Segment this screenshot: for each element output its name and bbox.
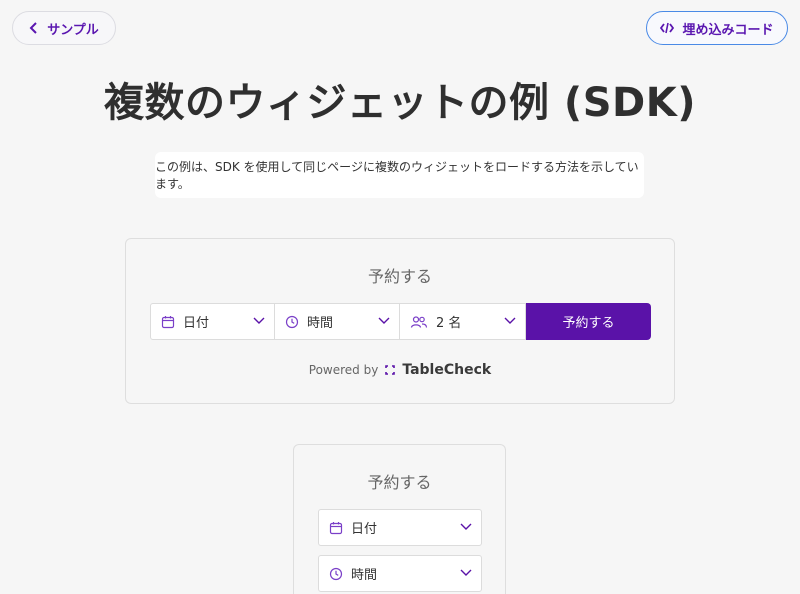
reserve-button-label: 予約する <box>562 316 615 331</box>
party-size-select[interactable]: 2 名 <box>400 303 526 340</box>
widget-title: 予約する <box>367 267 432 286</box>
clock-icon <box>285 315 299 328</box>
embed-code-button[interactable]: 埋め込みコード <box>646 11 788 45</box>
date-select-label: 日付 <box>183 316 210 331</box>
date-select[interactable]: 日付 <box>150 303 275 340</box>
powered-by-text: Powered by <box>308 363 379 377</box>
description-box: この例は、SDK を使用して同じページに複数のウィジェットをロードする方法を示し… <box>155 152 644 198</box>
back-button-label: サンプル <box>47 22 99 38</box>
calendar-icon <box>329 521 343 534</box>
code-icon <box>660 22 675 34</box>
clock-icon <box>329 567 343 580</box>
embed-code-label: 埋め込みコード <box>682 22 774 38</box>
party-size-label: 2 名 <box>436 316 462 331</box>
time-select[interactable]: 時間 <box>275 303 400 340</box>
page-title: 複数のウィジェットの例 (SDK) <box>104 80 696 126</box>
time-select-label: 時間 <box>351 568 378 583</box>
brand-name[interactable]: TableCheck <box>402 362 491 378</box>
chevron-down-icon <box>460 523 472 530</box>
people-icon <box>410 315 428 328</box>
chevron-left-icon <box>29 22 37 34</box>
page: サンプル 埋め込みコード 複数のウィジェットの例 (SDK) この例は、SDK … <box>0 0 800 594</box>
widget-title: 予約する <box>367 473 432 492</box>
chevron-down-icon <box>253 317 265 324</box>
chevron-down-icon <box>378 317 390 324</box>
back-button[interactable]: サンプル <box>12 11 116 45</box>
chevron-down-icon <box>460 569 472 576</box>
powered-by: Powered by TableCheck <box>126 362 674 378</box>
time-select[interactable]: 時間 <box>318 555 482 592</box>
booking-widget-vertical: 予約する 日付 時間 <box>293 444 506 594</box>
calendar-icon <box>161 315 175 328</box>
date-select-label: 日付 <box>351 522 378 537</box>
reserve-button[interactable]: 予約する <box>526 303 651 340</box>
description-text: この例は、SDK を使用して同じページに複数のウィジェットをロードする方法を示し… <box>155 160 639 191</box>
time-select-label: 時間 <box>307 316 334 331</box>
date-select[interactable]: 日付 <box>318 509 482 546</box>
chevron-down-icon <box>504 317 516 324</box>
booking-row: 日付 時間 2 名 予約する <box>150 303 651 340</box>
booking-widget-horizontal: 予約する 日付 時間 2 名 予約する Powered by TableChec… <box>125 238 675 404</box>
tablecheck-logo-icon <box>385 365 396 375</box>
